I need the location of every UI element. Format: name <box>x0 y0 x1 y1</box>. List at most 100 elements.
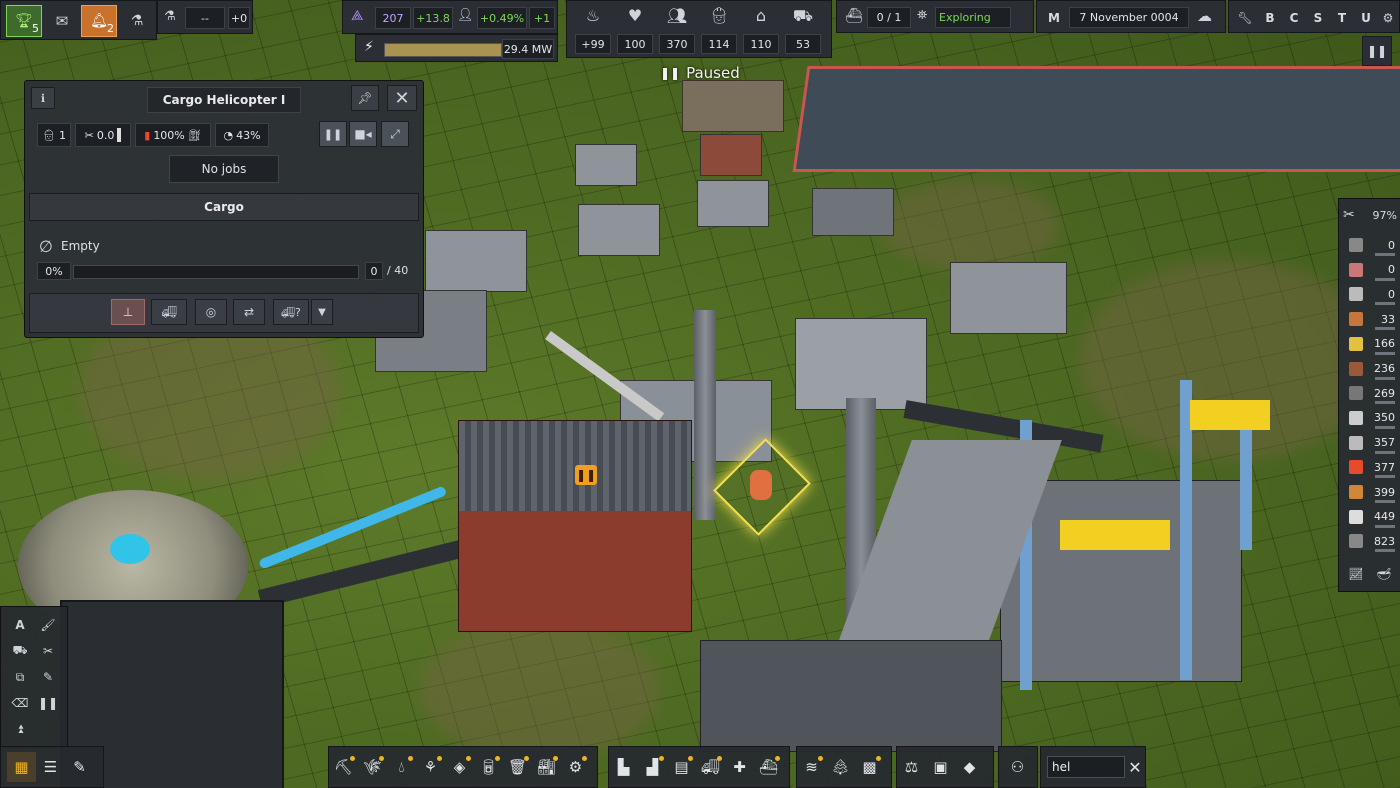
factory-building[interactable] <box>812 188 894 236</box>
messages-button[interactable]: ✉ <box>45 5 79 37</box>
label-tool-button[interactable]: A <box>7 613 33 637</box>
resource-item[interactable]: 377 <box>1349 455 1395 479</box>
jobs-status: No jobs <box>169 155 279 183</box>
resource-item[interactable]: 269 <box>1349 381 1395 405</box>
menu-s-button[interactable]: S <box>1307 7 1329 28</box>
iron-icon <box>1349 534 1363 549</box>
docks-button[interactable]: ▣ <box>926 752 955 782</box>
maintenance-indicator[interactable]: ✂ 97% <box>1343 203 1397 227</box>
menu-c-button[interactable]: C <box>1283 7 1305 28</box>
water-category-button[interactable]: 💧︎ <box>387 752 416 782</box>
settings-button[interactable]: ⚙ <box>1377 7 1399 28</box>
storage-category-button[interactable]: ▙ <box>609 752 638 782</box>
storage-platform[interactable] <box>792 66 1400 172</box>
resource-item[interactable]: 449 <box>1349 505 1395 529</box>
factory-building[interactable] <box>425 230 527 292</box>
cargo-helicopter[interactable] <box>700 430 820 540</box>
assembly-category-button[interactable]: ⚙ <box>561 752 590 782</box>
route-button[interactable]: ⤢ <box>381 121 409 147</box>
picker-tool-button[interactable]: ✎ <box>35 665 61 689</box>
trees-category-button[interactable]: 🌲︎ <box>826 752 855 782</box>
close-icon: ✕ <box>1128 757 1142 777</box>
terrain-category-button[interactable]: ≋ <box>797 752 826 782</box>
cargo-progress <box>73 265 359 279</box>
decor-category-button[interactable]: ▩ <box>855 752 884 782</box>
plants-category-button[interactable]: ⚘ <box>416 752 445 782</box>
demolish-tool-button[interactable]: ⌫ <box>7 691 33 715</box>
pause-panel-button[interactable]: ❚❚ <box>1362 36 1392 66</box>
stats-chart-button[interactable]: 📈︎ <box>1343 561 1369 587</box>
farming-category-button[interactable]: 🌾︎ <box>358 752 387 782</box>
balance-button[interactable]: ⚖ <box>897 752 926 782</box>
factory-building[interactable] <box>700 640 1002 752</box>
menu-b-button[interactable]: B <box>1259 7 1281 28</box>
exploring-status[interactable]: Exploring <box>935 7 1011 28</box>
close-button[interactable]: ✕ <box>387 85 417 111</box>
build-grid-button[interactable]: ▦ <box>7 752 36 782</box>
notes-button[interactable]: ✎ <box>65 752 94 782</box>
cut-tool-button[interactable]: ✂ <box>35 639 61 663</box>
search-toolbar: ✕ <box>1040 746 1146 788</box>
clear-search-button[interactable]: ✕ <box>1125 752 1145 782</box>
processing-category-button[interactable]: ◈ <box>445 752 474 782</box>
resource-item[interactable]: 0 <box>1349 233 1395 257</box>
recipes-button[interactable]: ◆ <box>955 752 984 782</box>
pause-vehicle-button[interactable]: ❚❚ <box>319 121 347 147</box>
upgrade-tool-button[interactable]: ⏫︎ <box>7 717 33 741</box>
menu-u-button[interactable]: U <box>1355 7 1377 28</box>
repeat-button[interactable]: ⇄ <box>233 299 265 325</box>
achievements-button[interactable]: 🏆︎ 5 <box>6 5 42 37</box>
resource-item[interactable]: 357 <box>1349 431 1395 455</box>
resource-item[interactable]: 823 <box>1349 529 1395 553</box>
assign-vehicle-button[interactable]: 🚚︎ <box>151 299 187 325</box>
food-category-button[interactable]: 🥫︎ <box>474 752 503 782</box>
resource-item[interactable]: 33 <box>1349 307 1395 331</box>
date-mode-button[interactable]: M <box>1041 7 1067 28</box>
factory-building[interactable] <box>575 144 637 186</box>
trophy-icon: 🏆︎ <box>15 13 33 29</box>
paint-tool-button[interactable]: 🖌︎ <box>35 613 61 637</box>
assembly-facility[interactable] <box>1000 380 1290 710</box>
waste-category-button[interactable]: 🗑︎ <box>503 752 532 782</box>
replace-vehicle-button[interactable]: 🚚︎? <box>273 299 309 325</box>
resource-item[interactable]: 0 <box>1349 258 1395 282</box>
layers-button[interactable]: ☰ <box>36 752 65 782</box>
resource-item[interactable]: 166 <box>1349 332 1395 356</box>
resource-item[interactable]: 236 <box>1349 357 1395 381</box>
ships-category-button[interactable]: ⛴ <box>754 752 783 782</box>
locate-button[interactable]: ◎ <box>195 299 227 325</box>
transport-category-button[interactable]: ▤ <box>667 752 696 782</box>
factory-building[interactable] <box>697 180 769 227</box>
tools-button[interactable]: 🔧︎ <box>1233 7 1257 28</box>
conveyor-belt[interactable] <box>545 330 665 422</box>
factory-building[interactable] <box>700 134 762 176</box>
vehicles-category-button[interactable]: 🚚︎ <box>696 752 725 782</box>
factory-building[interactable] <box>795 318 927 410</box>
pipes-category-button[interactable]: ✚ <box>725 752 754 782</box>
research-tree-button[interactable]: ⚇ <box>1003 752 1032 782</box>
industry-category-button[interactable]: 🏭︎ <box>532 752 561 782</box>
menu-t-button[interactable]: T <box>1331 7 1353 28</box>
factory-building[interactable] <box>950 262 1067 334</box>
mining-category-button[interactable]: ⛏ <box>329 752 358 782</box>
resource-value: 0 <box>1388 263 1395 277</box>
power-plant[interactable]: ❚❚ <box>458 420 692 632</box>
conveyor-category-button[interactable]: ▟ <box>638 752 667 782</box>
notifications-button[interactable]: 🔔︎ 2 <box>81 5 117 37</box>
factory-building[interactable] <box>578 204 660 256</box>
resource-item[interactable]: 0 <box>1349 282 1395 306</box>
resource-item[interactable]: 350 <box>1349 406 1395 430</box>
research-button[interactable]: ⚗ <box>121 5 153 37</box>
more-options-button[interactable]: ▼ <box>311 299 333 325</box>
camera-follow-button[interactable]: ■◂ <box>349 121 377 147</box>
assign-landing-button[interactable]: ⊥ <box>111 299 145 325</box>
warehouse-building[interactable] <box>682 80 784 132</box>
resource-item[interactable]: 399 <box>1349 480 1395 504</box>
copy-tool-button[interactable]: ⧉ <box>7 665 33 689</box>
pause-buildings-button[interactable]: ❚❚ <box>35 691 61 715</box>
search-input[interactable] <box>1047 756 1125 778</box>
transport-tool-button[interactable]: ⛟ <box>7 639 33 663</box>
food-stats-button[interactable]: 🥣︎ <box>1371 561 1397 587</box>
info-button[interactable]: ℹ <box>31 87 55 109</box>
pin-button[interactable]: 📌︎ <box>351 85 379 111</box>
